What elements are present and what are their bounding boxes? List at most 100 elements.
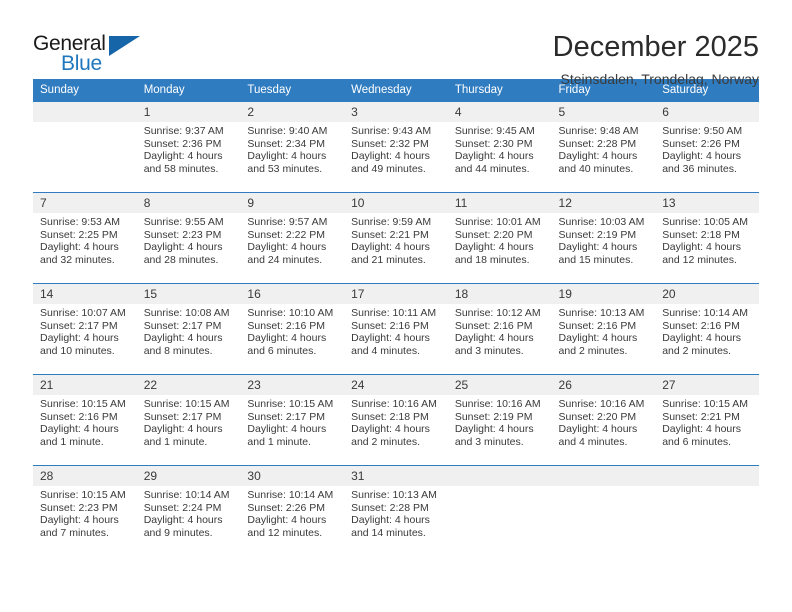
day-detail-line: Sunset: 2:16 PM [351,319,429,332]
calendar-day-cell[interactable]: 21 Sunrise: 10:15 AM Sunset: 2:16 PM Daylig… [33,374,137,466]
calendar-day-cell[interactable]: 6 Sunrise: 9:50 AM Sunset: 2:26 PM Daylight… [655,102,759,193]
calendar-day-cell[interactable]: 28 Sunrise: 10:15 AM Sunset: 2:23 PM Daylig… [33,465,137,556]
day-detail-line: and 28 minutes. [143,253,219,266]
day-number: 16 [240,284,345,304]
day-detail-line: Sunset: 2:17 PM [143,410,222,423]
day-details: Sunrise: 10:12 AM Sunset: 2:16 PM Daylight… [448,304,552,357]
calendar-day-cell[interactable]: 31 Sunrise: 10:13 AM Sunset: 2:28 PM Daylig… [344,465,448,556]
day-detail-line: and 15 minutes. [558,253,634,266]
calendar-cell-inner: 14 Sunrise: 10:07 AM Sunset: 2:17 PM Daylig… [33,284,137,374]
day-detail-line: Sunset: 2:25 PM [40,228,118,241]
calendar-cell-inner [33,102,137,192]
day-detail-line: Sunset: 2:26 PM [247,501,326,514]
day-detail-line: Sunset: 2:16 PM [454,319,533,332]
day-detail-line: Sunrise: 10:07 AM [40,307,126,319]
day-detail-line: Sunset: 2:34 PM [247,137,326,150]
calendar-cell-inner [655,466,759,556]
calendar-cell-inner: 2 Sunrise: 9:40 AM Sunset: 2:34 PM Daylight… [240,102,345,192]
calendar-cell-inner: 1 Sunrise: 9:37 AM Sunset: 2:36 PM Daylight… [136,102,241,192]
calendar-day-cell[interactable]: 22 Sunrise: 10:15 AM Sunset: 2:17 PM Daylig… [136,374,241,466]
calendar-day-cell[interactable]: 23 Sunrise: 10:15 AM Sunset: 2:17 PM Daylig… [240,374,345,466]
calendar-day-cell[interactable]: 29 Sunrise: 10:14 AM Sunset: 2:24 PM Daylig… [136,465,241,556]
calendar-day-cell[interactable]: 27 Sunrise: 10:15 AM Sunset: 2:21 PM Daylig… [655,374,759,466]
calendar-day-cell[interactable]: 26 Sunrise: 10:16 AM Sunset: 2:20 PM Daylig… [551,374,656,466]
day-detail-line: Sunset: 2:17 PM [143,319,222,332]
calendar-cell-inner: 6 Sunrise: 9:50 AM Sunset: 2:26 PM Daylight… [655,102,759,192]
page-header: General Blue December 2025 Steinsdalen, … [33,0,759,87]
day-detail-line: and 49 minutes. [351,162,426,175]
day-detail-line: Sunset: 2:23 PM [40,501,118,514]
calendar-day-cell[interactable]: 5 Sunrise: 9:48 AM Sunset: 2:28 PM Daylight… [551,102,656,193]
calendar-day-cell[interactable]: 25 Sunrise: 10:16 AM Sunset: 2:19 PM Daylig… [447,374,552,466]
day-detail-line: Daylight: 4 hours [351,241,430,254]
calendar-day-cell[interactable]: 17 Sunrise: 10:11 AM Sunset: 2:16 PM Daylig… [344,283,448,375]
calendar-day-cell[interactable]: 11 Sunrise: 10:01 AM Sunset: 2:20 PM Daylig… [447,192,552,284]
calendar-day-cell[interactable]: 7 Sunrise: 9:53 AM Sunset: 2:25 PM Daylight… [33,192,137,284]
day-number: 13 [655,193,759,213]
triangle-icon [109,36,140,56]
calendar-day-cell[interactable]: 15 Sunrise: 10:08 AM Sunset: 2:17 PM Daylig… [136,283,241,375]
day-detail-line: Sunrise: 10:12 AM [454,307,541,319]
calendar-day-cell[interactable]: 9 Sunrise: 9:57 AM Sunset: 2:22 PM Daylight… [240,192,345,284]
day-detail-line: Daylight: 4 hours [143,423,223,436]
calendar-day-cell[interactable]: 1 Sunrise: 9:37 AM Sunset: 2:36 PM Daylight… [136,102,241,193]
day-details: Sunrise: 9:50 AM Sunset: 2:26 PM Daylight:… [655,122,759,175]
calendar-day-cell[interactable]: 13 Sunrise: 10:05 AM Sunset: 2:18 PM Daylig… [655,192,759,284]
day-detail-line: and 12 minutes. [662,253,737,266]
day-detail-line: Sunrise: 9:45 AM [454,125,535,137]
day-detail-line: and 4 minutes. [558,435,628,448]
calendar-day-cell[interactable]: 16 Sunrise: 10:10 AM Sunset: 2:16 PM Daylig… [240,283,345,375]
day-detail-line: Sunset: 2:18 PM [351,410,429,423]
day-detail-line: Sunrise: 10:16 AM [454,398,541,410]
day-detail-line: Daylight: 4 hours [662,241,742,254]
calendar-cell-inner: 3 Sunrise: 9:43 AM Sunset: 2:32 PM Daylight… [344,102,448,192]
calendar-day-cell[interactable]: 14 Sunrise: 10:07 AM Sunset: 2:17 PM Daylig… [33,283,137,375]
day-detail-line: Daylight: 4 hours [351,423,430,436]
calendar-day-cell[interactable]: 10 Sunrise: 9:59 AM Sunset: 2:21 PM Dayligh… [344,192,448,284]
day-number: 28 [33,466,137,486]
calendar-day-cell[interactable]: 3 Sunrise: 9:43 AM Sunset: 2:32 PM Daylight… [344,102,448,193]
day-details: Sunrise: 9:48 AM Sunset: 2:28 PM Daylight:… [552,122,656,175]
day-detail-line: Sunset: 2:16 PM [247,319,326,332]
day-details [448,486,552,489]
calendar-day-cell[interactable]: 30 Sunrise: 10:14 AM Sunset: 2:26 PM Daylig… [240,465,345,556]
day-details: Sunrise: 10:16 AM Sunset: 2:20 PM Daylight… [552,395,656,448]
day-detail-line: Sunset: 2:21 PM [662,410,740,423]
calendar-day-cell[interactable]: 12 Sunrise: 10:03 AM Sunset: 2:19 PM Daylig… [551,192,656,284]
day-number: 25 [447,375,552,395]
brand-logo[interactable]: General Blue [33,30,153,80]
calendar-day-cell[interactable]: 18 Sunrise: 10:12 AM Sunset: 2:16 PM Daylig… [447,283,552,375]
day-detail-line: and 6 minutes. [662,435,732,448]
day-details: Sunrise: 9:40 AM Sunset: 2:34 PM Daylight:… [240,122,344,175]
day-detail-line: Sunrise: 10:14 AM [662,307,749,319]
day-details: Sunrise: 9:53 AM Sunset: 2:25 PM Daylight:… [33,213,137,266]
day-detail-line: Sunset: 2:16 PM [662,319,740,332]
day-detail-line: Sunset: 2:30 PM [454,137,533,150]
day-detail-line: Sunset: 2:28 PM [351,501,429,514]
calendar-day-cell[interactable]: 19 Sunrise: 10:13 AM Sunset: 2:16 PM Daylig… [551,283,656,375]
day-number: 5 [551,102,656,122]
day-detail-line: and 14 minutes. [351,526,426,539]
day-details: Sunrise: 10:01 AM Sunset: 2:20 PM Daylight… [448,213,552,266]
day-detail-line: Daylight: 4 hours [247,514,327,527]
calendar-cell-inner: 10 Sunrise: 9:59 AM Sunset: 2:21 PM Dayligh… [344,193,448,283]
day-detail-line: and 3 minutes. [454,344,524,357]
day-number: 30 [240,466,345,486]
calendar-day-cell[interactable]: 8 Sunrise: 9:55 AM Sunset: 2:23 PM Daylight… [136,192,241,284]
calendar-cell-inner: 24 Sunrise: 10:16 AM Sunset: 2:18 PM Daylig… [344,375,448,465]
calendar-day-cell[interactable]: 24 Sunrise: 10:16 AM Sunset: 2:18 PM Daylig… [344,374,448,466]
day-details: Sunrise: 10:13 AM Sunset: 2:28 PM Daylight… [344,486,448,539]
day-number: 17 [344,284,448,304]
calendar-day-cell[interactable]: 4 Sunrise: 9:45 AM Sunset: 2:30 PM Daylight… [447,102,552,193]
calendar-day-cell[interactable]: 2 Sunrise: 9:40 AM Sunset: 2:34 PM Daylight… [240,102,345,193]
page-title: December 2025 [552,31,759,63]
day-detail-line: Daylight: 4 hours [662,332,742,345]
day-detail-line: Daylight: 4 hours [351,332,430,345]
day-detail-line: and 1 minute. [247,435,312,448]
calendar-day-cell[interactable]: 20 Sunrise: 10:14 AM Sunset: 2:16 PM Daylig… [655,283,759,375]
day-detail-line: Sunset: 2:16 PM [40,410,118,423]
day-detail-line: Daylight: 4 hours [247,332,327,345]
day-detail-line: Sunrise: 9:48 AM [558,125,639,137]
day-detail-line: and 53 minutes. [247,162,323,175]
day-details: Sunrise: 10:15 AM Sunset: 2:17 PM Daylight… [137,395,241,448]
